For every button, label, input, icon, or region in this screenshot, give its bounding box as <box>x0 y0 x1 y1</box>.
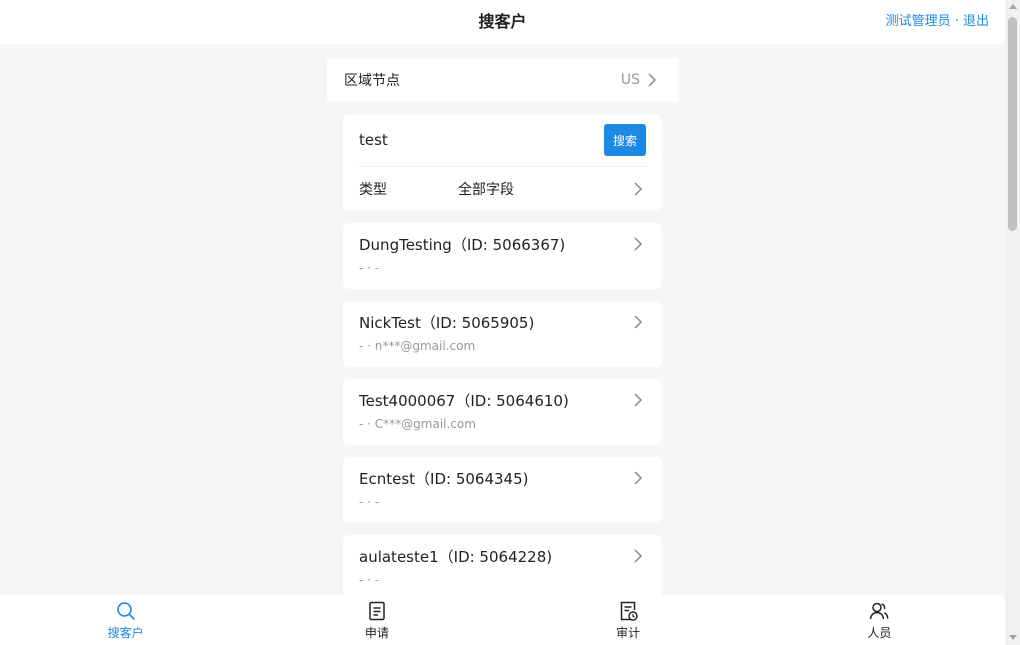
result-item[interactable]: DungTesting（ID: 5066367) - · - <box>343 223 662 289</box>
result-title: Ecntest（ID: 5064345) <box>359 468 529 489</box>
result-title: DungTesting（ID: 5066367) <box>359 234 565 255</box>
region-label: 区域节点 <box>344 73 400 89</box>
scrollbar-thumb[interactable] <box>1008 17 1017 231</box>
result-item[interactable]: Ecntest（ID: 5064345) - · - <box>343 457 662 523</box>
type-selector[interactable]: 类型 全部字段 <box>359 167 646 211</box>
type-value: 全部字段 <box>458 182 514 198</box>
tab-label: 人员 <box>867 626 892 640</box>
type-label: 类型 <box>359 182 387 198</box>
people-icon <box>870 602 889 620</box>
chevron-right-icon <box>634 182 643 196</box>
region-value: US <box>620 72 640 88</box>
document-icon <box>369 601 385 621</box>
tab-people[interactable]: 人员 <box>754 595 1005 645</box>
region-value-group: US <box>621 72 660 88</box>
chevron-right-icon <box>634 471 643 485</box>
main-content: 区域节点 US 搜索 类型 全部字段 DungTesting（ID: 50663… <box>0 44 1005 595</box>
result-title: NickTest（ID: 5065905) <box>359 312 534 333</box>
chevron-right-icon <box>648 73 657 87</box>
result-id: （ID: 5064228) <box>438 547 553 566</box>
result-name: Ecntest <box>359 469 416 488</box>
result-id: （ID: 5064345) <box>415 469 529 488</box>
chevron-right-icon <box>634 315 643 329</box>
scroll-down-icon[interactable] <box>1009 635 1017 640</box>
tab-audit[interactable]: 审计 <box>503 595 754 645</box>
result-id: （ID: 5065905) <box>420 313 535 332</box>
tab-label: 搜客户 <box>107 626 144 640</box>
chevron-right-icon <box>634 237 643 251</box>
tab-apply[interactable]: 申请 <box>251 595 502 645</box>
page-title: 搜客户 <box>478 12 527 31</box>
search-row: 搜索 <box>359 114 646 167</box>
result-title: aulateste1（ID: 5064228) <box>359 546 552 567</box>
result-subtitle: - · n***@gmail.com <box>359 339 476 353</box>
user-name-link[interactable]: 测试管理员 <box>886 14 951 29</box>
result-item[interactable]: NickTest（ID: 5065905) - · n***@gmail.com <box>343 301 662 367</box>
search-card: 搜索 类型 全部字段 <box>343 114 662 211</box>
result-id: （ID: 5064610) <box>455 391 569 410</box>
tab-label: 申请 <box>364 626 389 640</box>
user-area: 测试管理员 · 退出 <box>886 0 989 44</box>
logout-link[interactable]: 退出 <box>963 14 989 29</box>
chevron-right-icon <box>634 549 643 563</box>
result-item[interactable]: Test4000067（ID: 5064610) - · C***@gmail.… <box>343 379 662 445</box>
scroll-up-icon[interactable] <box>1009 4 1017 9</box>
tab-label: 审计 <box>616 626 641 640</box>
search-icon <box>116 602 135 620</box>
result-subtitle: - · C***@gmail.com <box>359 417 476 431</box>
search-input[interactable] <box>359 131 589 149</box>
top-header: 搜客户 测试管理员 · 退出 <box>0 0 1005 44</box>
result-id: （ID: 5066367) <box>451 235 566 254</box>
result-name: Test4000067 <box>359 391 456 410</box>
result-subtitle: - · - <box>359 573 380 587</box>
result-subtitle: - · - <box>359 261 380 275</box>
result-subtitle: - · - <box>359 495 380 509</box>
result-name: DungTesting <box>359 235 452 254</box>
result-name: aulateste1 <box>359 547 439 566</box>
chevron-right-icon <box>634 393 643 407</box>
result-title: Test4000067（ID: 5064610) <box>359 390 569 411</box>
user-separator: · <box>950 14 963 29</box>
tab-search-customer[interactable]: 搜客户 <box>0 595 251 645</box>
page-scrollbar[interactable] <box>1005 0 1020 645</box>
region-node-selector[interactable]: 区域节点 US <box>327 58 678 102</box>
bottom-tab-bar: 搜客户 申请 审计 人员 <box>0 595 1005 645</box>
audit-icon <box>620 601 638 621</box>
search-button[interactable]: 搜索 <box>604 124 646 156</box>
result-name: NickTest <box>359 313 421 332</box>
result-item[interactable]: aulateste1（ID: 5064228) - · - <box>343 535 662 595</box>
